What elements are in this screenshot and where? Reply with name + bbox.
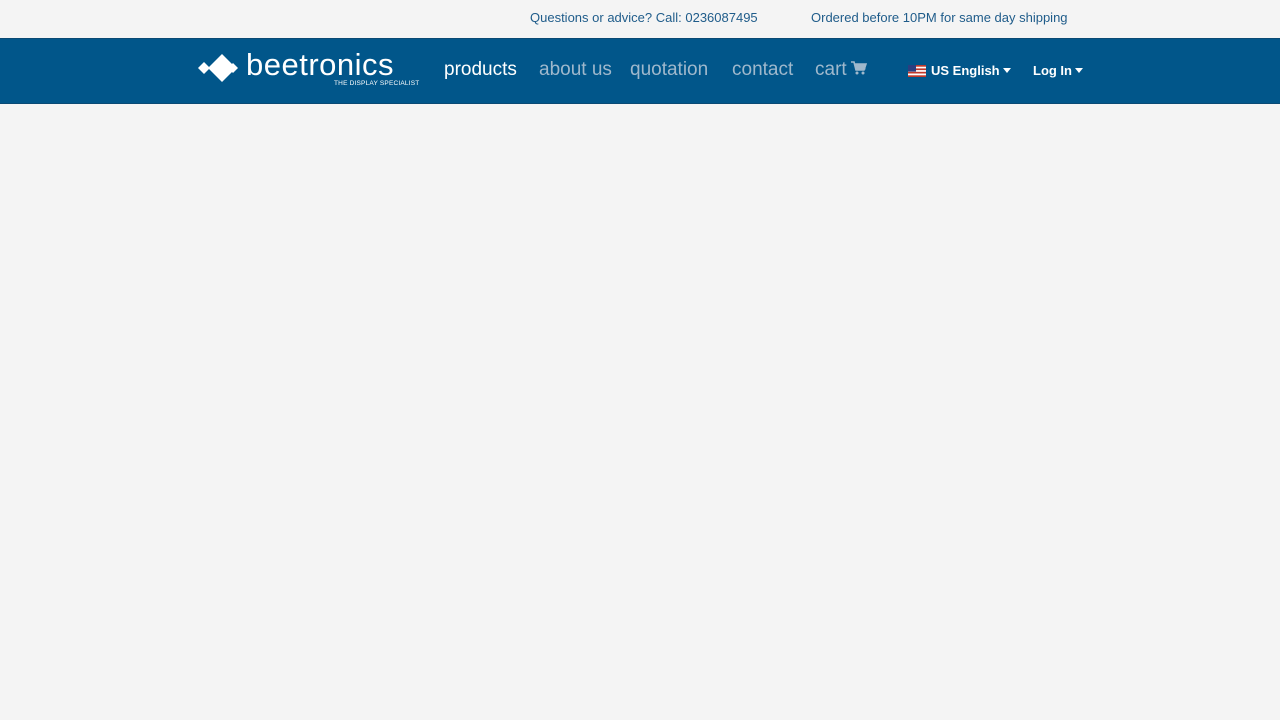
nav-about-us[interactable]: about us [539,59,612,81]
language-selector[interactable]: US English [908,63,1011,78]
top-info-bar: Questions or advice? Call: 0236087495 Or… [0,0,1280,38]
nav-quotation[interactable]: quotation [630,59,708,81]
main-navbar: beetronics THE DISPLAY SPECIALIST produc… [0,38,1280,104]
logo-tagline: THE DISPLAY SPECIALIST [334,80,420,87]
login-label: Log In [1033,63,1072,78]
nav-products[interactable]: products [444,59,517,81]
shipping-info-text: Ordered before 10PM for same day shippin… [811,10,1068,25]
language-label: US English [931,63,1000,78]
caret-down-icon [1002,68,1011,73]
call-info-link[interactable]: Questions or advice? Call: 0236087495 [530,10,758,25]
nav-cart[interactable]: cart [815,59,867,81]
nav-contact[interactable]: contact [732,59,793,81]
logo-link[interactable]: beetronics THE DISPLAY SPECIALIST [198,47,419,95]
caret-down-icon [1075,68,1083,73]
login-dropdown[interactable]: Log In [1033,63,1083,78]
us-flag-icon [908,64,926,77]
logo-mark-icon [198,54,238,82]
nav-cart-label: cart [815,59,847,80]
logo-wordmark: beetronics [246,47,395,82]
shopping-cart-icon [850,61,867,75]
page-content-area [0,104,1280,720]
